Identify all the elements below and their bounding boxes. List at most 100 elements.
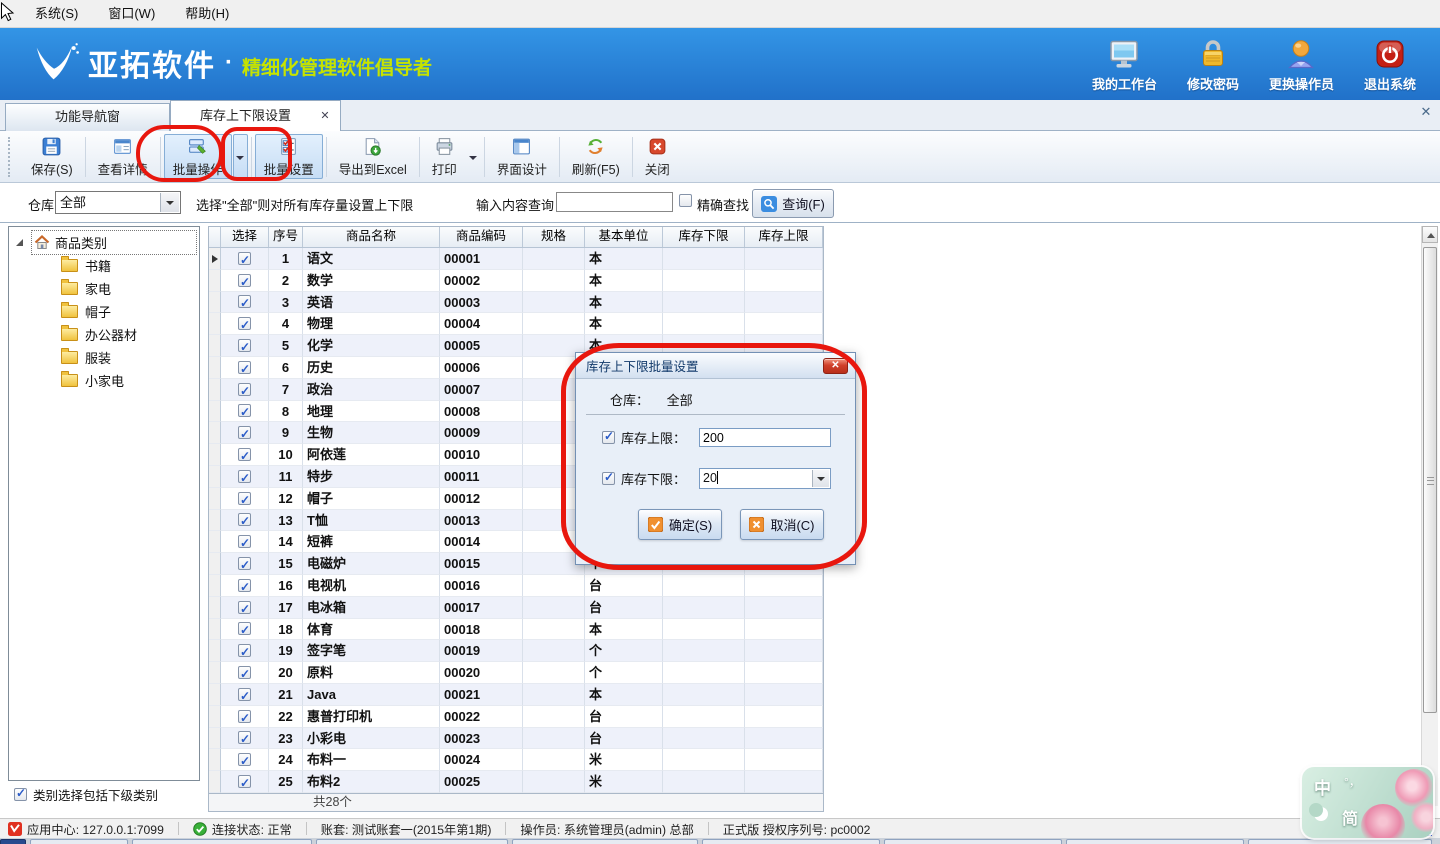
header-action-operator[interactable]: 更换操作员	[1269, 37, 1334, 93]
tree-item-1[interactable]: 家电	[9, 277, 199, 300]
exact-match-checkbox[interactable]	[679, 194, 692, 207]
table-row[interactable]: 17电冰箱00017台	[209, 597, 823, 619]
menu-item-2[interactable]: 帮助(H)	[170, 0, 244, 27]
table-row[interactable]: 22惠普打印机00022台	[209, 706, 823, 728]
menu-item-0[interactable]: 系统(S)	[20, 0, 93, 27]
tree-item-0[interactable]: 书籍	[9, 254, 199, 277]
row-checkbox[interactable]	[238, 688, 251, 701]
row-checkbox[interactable]	[238, 426, 251, 439]
include-subcategory-checkbox[interactable]	[14, 788, 27, 801]
column-header-no[interactable]: 序号	[269, 227, 303, 247]
tree-item-2[interactable]: 帽子	[9, 300, 199, 323]
toolbar-batch-operate-button[interactable]: 批量操作	[164, 134, 232, 179]
taskbar-button[interactable]	[30, 839, 128, 844]
row-checkbox[interactable]	[238, 470, 251, 483]
tree-item-5[interactable]: 小家电	[9, 369, 199, 392]
tree-item-4[interactable]: 服装	[9, 346, 199, 369]
dialog-close-icon[interactable]: ✕	[823, 358, 848, 374]
header-action-workstation[interactable]: 我的工作台	[1092, 37, 1157, 93]
row-checkbox[interactable]	[238, 731, 251, 744]
upper-limit-input[interactable]	[699, 428, 831, 447]
ime-simplified-button[interactable]: 简	[1342, 805, 1358, 829]
column-header-high[interactable]: 库存上限	[745, 227, 823, 247]
toolbar-print-button[interactable]: 打印	[423, 134, 466, 179]
taskbar-button[interactable]	[702, 839, 880, 844]
tabgroup-close-icon[interactable]: ✕	[1418, 104, 1434, 120]
lower-limit-combobox[interactable]: 20	[699, 468, 831, 489]
table-row[interactable]: 19签字笔00019个	[209, 640, 823, 662]
row-checkbox[interactable]	[238, 404, 251, 417]
toolbar-export-excel-button[interactable]: 导出到Excel	[330, 134, 416, 179]
row-checkbox[interactable]	[238, 622, 251, 635]
row-checkbox[interactable]	[238, 361, 251, 374]
row-checkbox[interactable]	[238, 295, 251, 308]
row-checkbox[interactable]	[238, 513, 251, 526]
column-header-name[interactable]: 商品名称	[303, 227, 440, 247]
row-checkbox[interactable]	[238, 383, 251, 396]
taskbar-button[interactable]	[316, 839, 508, 844]
row-checkbox[interactable]	[238, 666, 251, 679]
toolbar-ui-design-button[interactable]: 界面设计	[488, 134, 556, 179]
taskbar-button[interactable]	[132, 839, 312, 844]
toolbar-close-button[interactable]: 关闭	[636, 134, 679, 179]
search-input[interactable]	[556, 192, 673, 212]
table-row[interactable]: 25布料200025米	[209, 771, 823, 793]
table-row[interactable]: 18体育00018本	[209, 619, 823, 641]
column-header-sel[interactable]: 选择	[221, 227, 269, 247]
tree-expander-icon[interactable]	[16, 239, 23, 246]
table-row[interactable]: 20原料00020个	[209, 662, 823, 684]
table-row[interactable]: 1语文00001本	[209, 248, 823, 270]
table-row[interactable]: 3英语00003本	[209, 292, 823, 314]
toolbar-view-detail-button[interactable]: 查看详情	[89, 134, 157, 179]
lower-limit-checkbox[interactable]	[602, 472, 615, 485]
tab-close-icon[interactable]: ✕	[318, 101, 332, 131]
table-row[interactable]: 4物理00004本	[209, 313, 823, 335]
ime-punctuation-button[interactable]: °，	[1344, 773, 1361, 790]
tab-stock-limit-settings[interactable]: 库存上下限设置 ✕	[170, 100, 341, 131]
row-checkbox[interactable]	[238, 252, 251, 265]
taskbar-button[interactable]	[512, 839, 698, 844]
dialog-titlebar[interactable]: 库存上下限批量设置	[576, 353, 855, 379]
row-checkbox[interactable]	[238, 710, 251, 723]
tree-item-3[interactable]: 办公器材	[9, 323, 199, 346]
warehouse-combobox[interactable]: 全部	[55, 191, 181, 214]
vertical-scrollbar[interactable]	[1421, 226, 1438, 806]
taskbar-button[interactable]	[1066, 839, 1244, 844]
row-checkbox[interactable]	[238, 601, 251, 614]
chevron-down-icon[interactable]	[160, 193, 179, 212]
ime-panel[interactable]: 中 °， 简	[1302, 767, 1433, 838]
row-checkbox[interactable]	[238, 557, 251, 570]
menu-item-1[interactable]: 窗口(W)	[93, 0, 170, 27]
toolbar-batch-operate-dropdown-arrow[interactable]	[233, 134, 248, 179]
row-checkbox[interactable]	[238, 339, 251, 352]
table-row[interactable]: 21Java00021本	[209, 684, 823, 706]
tab-function-nav[interactable]: 功能导航窗	[5, 103, 170, 131]
column-header-low[interactable]: 库存下限	[663, 227, 745, 247]
toolbar-refresh-button[interactable]: 刷新(F5)	[563, 134, 629, 179]
row-checkbox[interactable]	[238, 753, 251, 766]
query-button[interactable]: 查询(F)	[752, 189, 834, 218]
row-checkbox[interactable]	[238, 274, 251, 287]
row-checkbox[interactable]	[238, 492, 251, 505]
taskbar-button[interactable]	[0, 839, 26, 844]
row-checkbox[interactable]	[238, 579, 251, 592]
row-checkbox[interactable]	[238, 317, 251, 330]
column-header-code[interactable]: 商品编码	[440, 227, 523, 247]
column-header-spec[interactable]: 规格	[523, 227, 585, 247]
table-row[interactable]: 16电视机00016台	[209, 575, 823, 597]
taskbar-button[interactable]	[1248, 839, 1432, 844]
row-checkbox[interactable]	[238, 775, 251, 788]
taskbar-button[interactable]	[884, 839, 1062, 844]
cancel-button[interactable]: 取消(C)	[740, 509, 824, 540]
tree-root-row[interactable]: 商品类别	[31, 230, 197, 255]
scrollbar-thumb[interactable]	[1423, 247, 1437, 713]
ok-button[interactable]: 确定(S)	[638, 509, 722, 540]
header-action-password[interactable]: 修改密码	[1187, 37, 1239, 93]
table-row[interactable]: 2数学00002本	[209, 270, 823, 292]
toolbar-save-button[interactable]: 保存(S)	[22, 134, 82, 179]
row-checkbox[interactable]	[238, 448, 251, 461]
row-checkbox[interactable]	[238, 535, 251, 548]
header-action-exit[interactable]: 退出系统	[1364, 37, 1416, 93]
chevron-down-icon[interactable]	[812, 470, 829, 487]
tree-root-category[interactable]: 商品类别	[9, 230, 199, 254]
